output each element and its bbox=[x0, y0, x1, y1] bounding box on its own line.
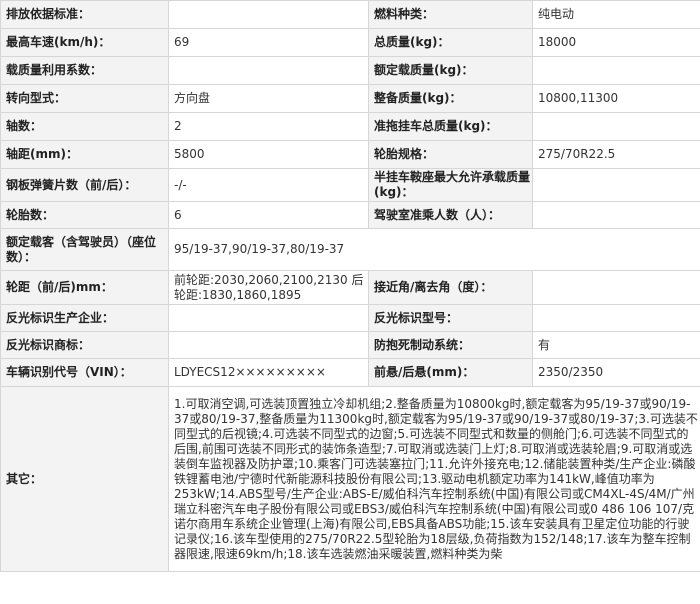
reflector-brand-value bbox=[168, 331, 369, 359]
rated-passengers-value: 95/19-37,90/19-37,80/19-37 bbox=[168, 228, 700, 271]
steering-type-value: 方向盘 bbox=[168, 84, 369, 113]
tire-spec-label: 轮胎规格： bbox=[368, 140, 533, 169]
steering-type-label: 转向型式： bbox=[0, 84, 169, 113]
approach-departure-label: 接近角/离去角（度）： bbox=[368, 270, 533, 305]
load-utilization-label: 载质量利用系数： bbox=[0, 56, 169, 85]
reflector-maker-value bbox=[168, 304, 369, 332]
tire-count-label: 轮胎数： bbox=[0, 201, 169, 229]
reflector-brand-label: 反光标识商标： bbox=[0, 331, 169, 359]
total-mass-label: 总质量(kg)： bbox=[368, 28, 533, 57]
axle-count-label: 轴数： bbox=[0, 112, 169, 141]
table-row: 轴数： 2 准拖挂车总质量(kg)： bbox=[0, 112, 700, 141]
table-row: 轮胎数： 6 驾驶室准乘人数（人）： bbox=[0, 201, 700, 229]
table-row: 轮距（前/后)mm： 前轮距:2030,2060,2100,2130 后轮距:1… bbox=[0, 270, 700, 305]
rated-load-value bbox=[532, 56, 700, 85]
table-row: 其它： 1.可取消空调,可选装顶置独立冷却机组;2.整备质量为10800kg时,… bbox=[0, 386, 700, 572]
rated-passengers-label: 额定载客（含驾驶员）（座位数）： bbox=[0, 228, 169, 271]
track-width-value: 前轮距:2030,2060,2100,2130 后轮距:1830,1860,18… bbox=[168, 270, 369, 305]
trailer-mass-value bbox=[532, 112, 700, 141]
fuel-type-label: 燃料种类： bbox=[368, 0, 533, 29]
cab-passengers-value bbox=[532, 201, 700, 229]
table-row: 车辆识别代号（VIN）： LDYECS12××××××××× 前悬/后悬(mm)… bbox=[0, 358, 700, 387]
axle-count-value: 2 bbox=[168, 112, 369, 141]
saddle-load-label: 半挂车鞍座最大允许承载质量(kg)： bbox=[368, 168, 533, 202]
tire-spec-value: 275/70R22.5 bbox=[532, 140, 700, 169]
table-row: 轴距(mm)： 5800 轮胎规格： 275/70R22.5 bbox=[0, 140, 700, 169]
emission-standard-value bbox=[168, 0, 369, 29]
overhang-label: 前悬/后悬(mm)： bbox=[368, 358, 533, 387]
load-utilization-value bbox=[168, 56, 369, 85]
leaf-spring-value: -/- bbox=[168, 168, 369, 202]
table-row: 钢板弹簧片数（前/后）： -/- 半挂车鞍座最大允许承载质量(kg)： bbox=[0, 168, 700, 202]
overhang-value: 2350/2350 bbox=[532, 358, 700, 387]
other-value: 1.可取消空调,可选装顶置独立冷却机组;2.整备质量为10800kg时,额定载客… bbox=[168, 386, 700, 572]
vin-label: 车辆识别代号（VIN）： bbox=[0, 358, 169, 387]
tire-count-value: 6 bbox=[168, 201, 369, 229]
trailer-mass-label: 准拖挂车总质量(kg)： bbox=[368, 112, 533, 141]
table-row: 最高车速(km/h)： 69 总质量(kg)： 18000 bbox=[0, 28, 700, 57]
reflector-model-value bbox=[532, 304, 700, 332]
approach-departure-value bbox=[532, 270, 700, 305]
curb-mass-label: 整备质量(kg)： bbox=[368, 84, 533, 113]
vehicle-spec-table: 排放依据标准： 燃料种类： 纯电动 最高车速(km/h)： 69 总质量(kg)… bbox=[0, 0, 700, 572]
reflector-model-label: 反光标识型号： bbox=[368, 304, 533, 332]
table-row: 载质量利用系数： 额定载质量(kg)： bbox=[0, 56, 700, 85]
cab-passengers-label: 驾驶室准乘人数（人）： bbox=[368, 201, 533, 229]
fuel-type-value: 纯电动 bbox=[532, 0, 700, 29]
wheelbase-label: 轴距(mm)： bbox=[0, 140, 169, 169]
abs-label: 防抱死制动系统： bbox=[368, 331, 533, 359]
saddle-load-value bbox=[532, 168, 700, 202]
total-mass-value: 18000 bbox=[532, 28, 700, 57]
emission-standard-label: 排放依据标准： bbox=[0, 0, 169, 29]
table-row: 反光标识商标： 防抱死制动系统： 有 bbox=[0, 331, 700, 359]
table-row: 反光标识生产企业： 反光标识型号： bbox=[0, 304, 700, 332]
table-row: 额定载客（含驾驶员）（座位数）： 95/19-37,90/19-37,80/19… bbox=[0, 228, 700, 271]
reflector-maker-label: 反光标识生产企业： bbox=[0, 304, 169, 332]
max-speed-value: 69 bbox=[168, 28, 369, 57]
table-row: 排放依据标准： 燃料种类： 纯电动 bbox=[0, 0, 700, 29]
abs-value: 有 bbox=[532, 331, 700, 359]
rated-load-label: 额定载质量(kg)： bbox=[368, 56, 533, 85]
track-width-label: 轮距（前/后)mm： bbox=[0, 270, 169, 305]
wheelbase-value: 5800 bbox=[168, 140, 369, 169]
max-speed-label: 最高车速(km/h)： bbox=[0, 28, 169, 57]
table-row: 转向型式： 方向盘 整备质量(kg)： 10800,11300 bbox=[0, 84, 700, 113]
curb-mass-value: 10800,11300 bbox=[532, 84, 700, 113]
other-label: 其它： bbox=[0, 386, 169, 572]
vin-value: LDYECS12××××××××× bbox=[168, 358, 369, 387]
leaf-spring-label: 钢板弹簧片数（前/后）： bbox=[0, 168, 169, 202]
